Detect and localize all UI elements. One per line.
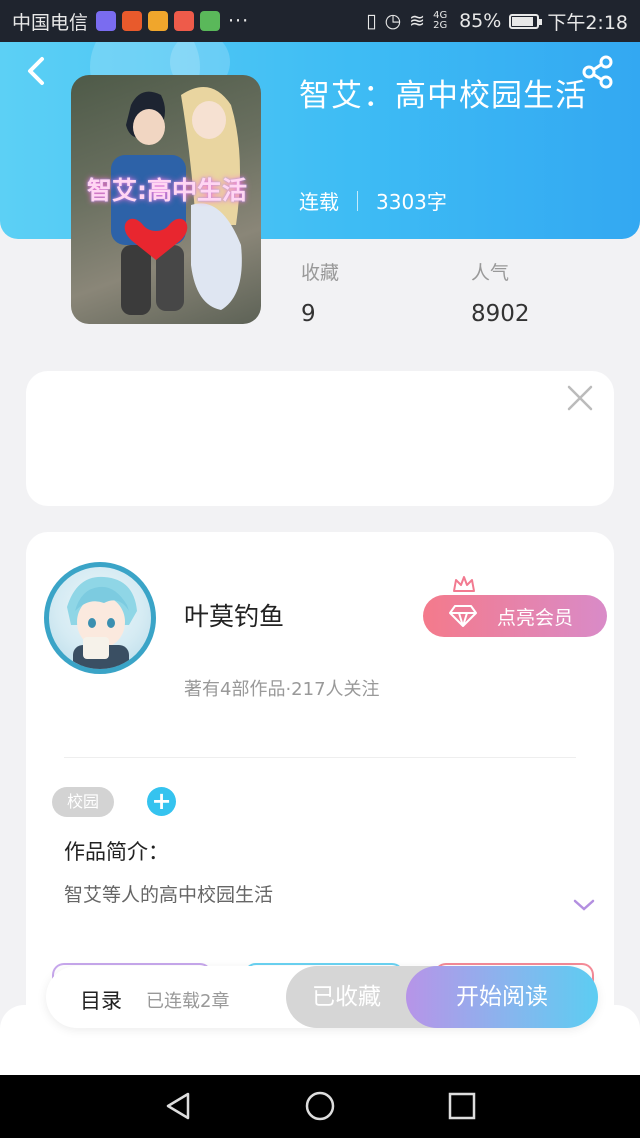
video-app-icon	[122, 11, 143, 31]
battery-fill	[512, 16, 533, 26]
game-app-icon	[174, 11, 195, 31]
nav-home-icon[interactable]	[304, 1090, 336, 1122]
popularity-stat: 人气 8902	[471, 258, 530, 327]
favorites-value: 9	[301, 301, 316, 327]
cover-title-overlay: 智艾:高中生活	[87, 176, 247, 205]
ad-card[interactable]	[26, 371, 614, 506]
battery-icon	[509, 13, 543, 29]
author-avatar[interactable]	[44, 562, 156, 674]
nav-recents-icon[interactable]	[446, 1090, 478, 1122]
book-cover[interactable]: 智艾:高中生活	[71, 75, 261, 324]
add-tag-button[interactable]: +	[147, 787, 176, 816]
more-notifications-icon: ···	[228, 10, 250, 32]
status-bar: 中国电信 ··· ▯ ◷ ≋ 4G 2G 85% 下午2:18	[0, 0, 640, 42]
music-app-icon	[96, 11, 117, 31]
start-reading-button[interactable]: 开始阅读	[406, 966, 598, 1028]
back-button[interactable]	[20, 54, 54, 88]
diamond-icon	[449, 605, 477, 627]
toc-button[interactable]: 目录	[80, 985, 122, 1015]
meta-divider	[357, 190, 358, 211]
book-meta: 连载 3303字	[299, 186, 447, 215]
section-divider	[64, 757, 576, 758]
avatar-art	[67, 576, 137, 669]
wifi-icon: ≋	[409, 10, 426, 32]
nav-back-icon[interactable]	[162, 1090, 194, 1122]
toc-chapter-count[interactable]: 已连载2章	[146, 987, 229, 1013]
author-summary: 著有4部作品·217人关注	[184, 679, 380, 700]
crown-icon	[453, 576, 475, 592]
book-title: 智艾：高中校园生活	[299, 78, 587, 114]
favorites-label: 收藏	[301, 262, 340, 284]
word-count: 3303字	[376, 190, 447, 214]
signal-icon: 4G 2G	[433, 10, 448, 31]
chevron-down-icon[interactable]	[572, 896, 596, 914]
favorites-stat: 收藏 9	[301, 258, 339, 327]
battery-percent: 85%	[459, 10, 502, 32]
chat-app-icon	[200, 11, 221, 31]
intro-label: 作品简介：	[64, 840, 169, 864]
weibo-app-icon	[148, 11, 169, 31]
clock: 下午2:18	[547, 11, 628, 34]
author-name[interactable]: 叶莫钓鱼	[184, 597, 284, 633]
popularity-label: 人气	[471, 262, 510, 284]
alarm-icon: ◷	[384, 10, 402, 32]
popularity-value: 8902	[471, 301, 530, 327]
intro-text: 智艾等人的高中校园生活	[64, 884, 274, 906]
tag-chip[interactable]: 校园	[52, 787, 114, 817]
serial-status: 连载	[299, 190, 339, 214]
close-ad-button[interactable]	[566, 384, 594, 412]
vibrate-icon: ▯	[366, 10, 377, 32]
vip-button[interactable]: 点亮会员	[423, 595, 607, 637]
carrier-label: 中国电信	[12, 11, 89, 34]
vip-button-label: 点亮会员	[496, 606, 573, 629]
